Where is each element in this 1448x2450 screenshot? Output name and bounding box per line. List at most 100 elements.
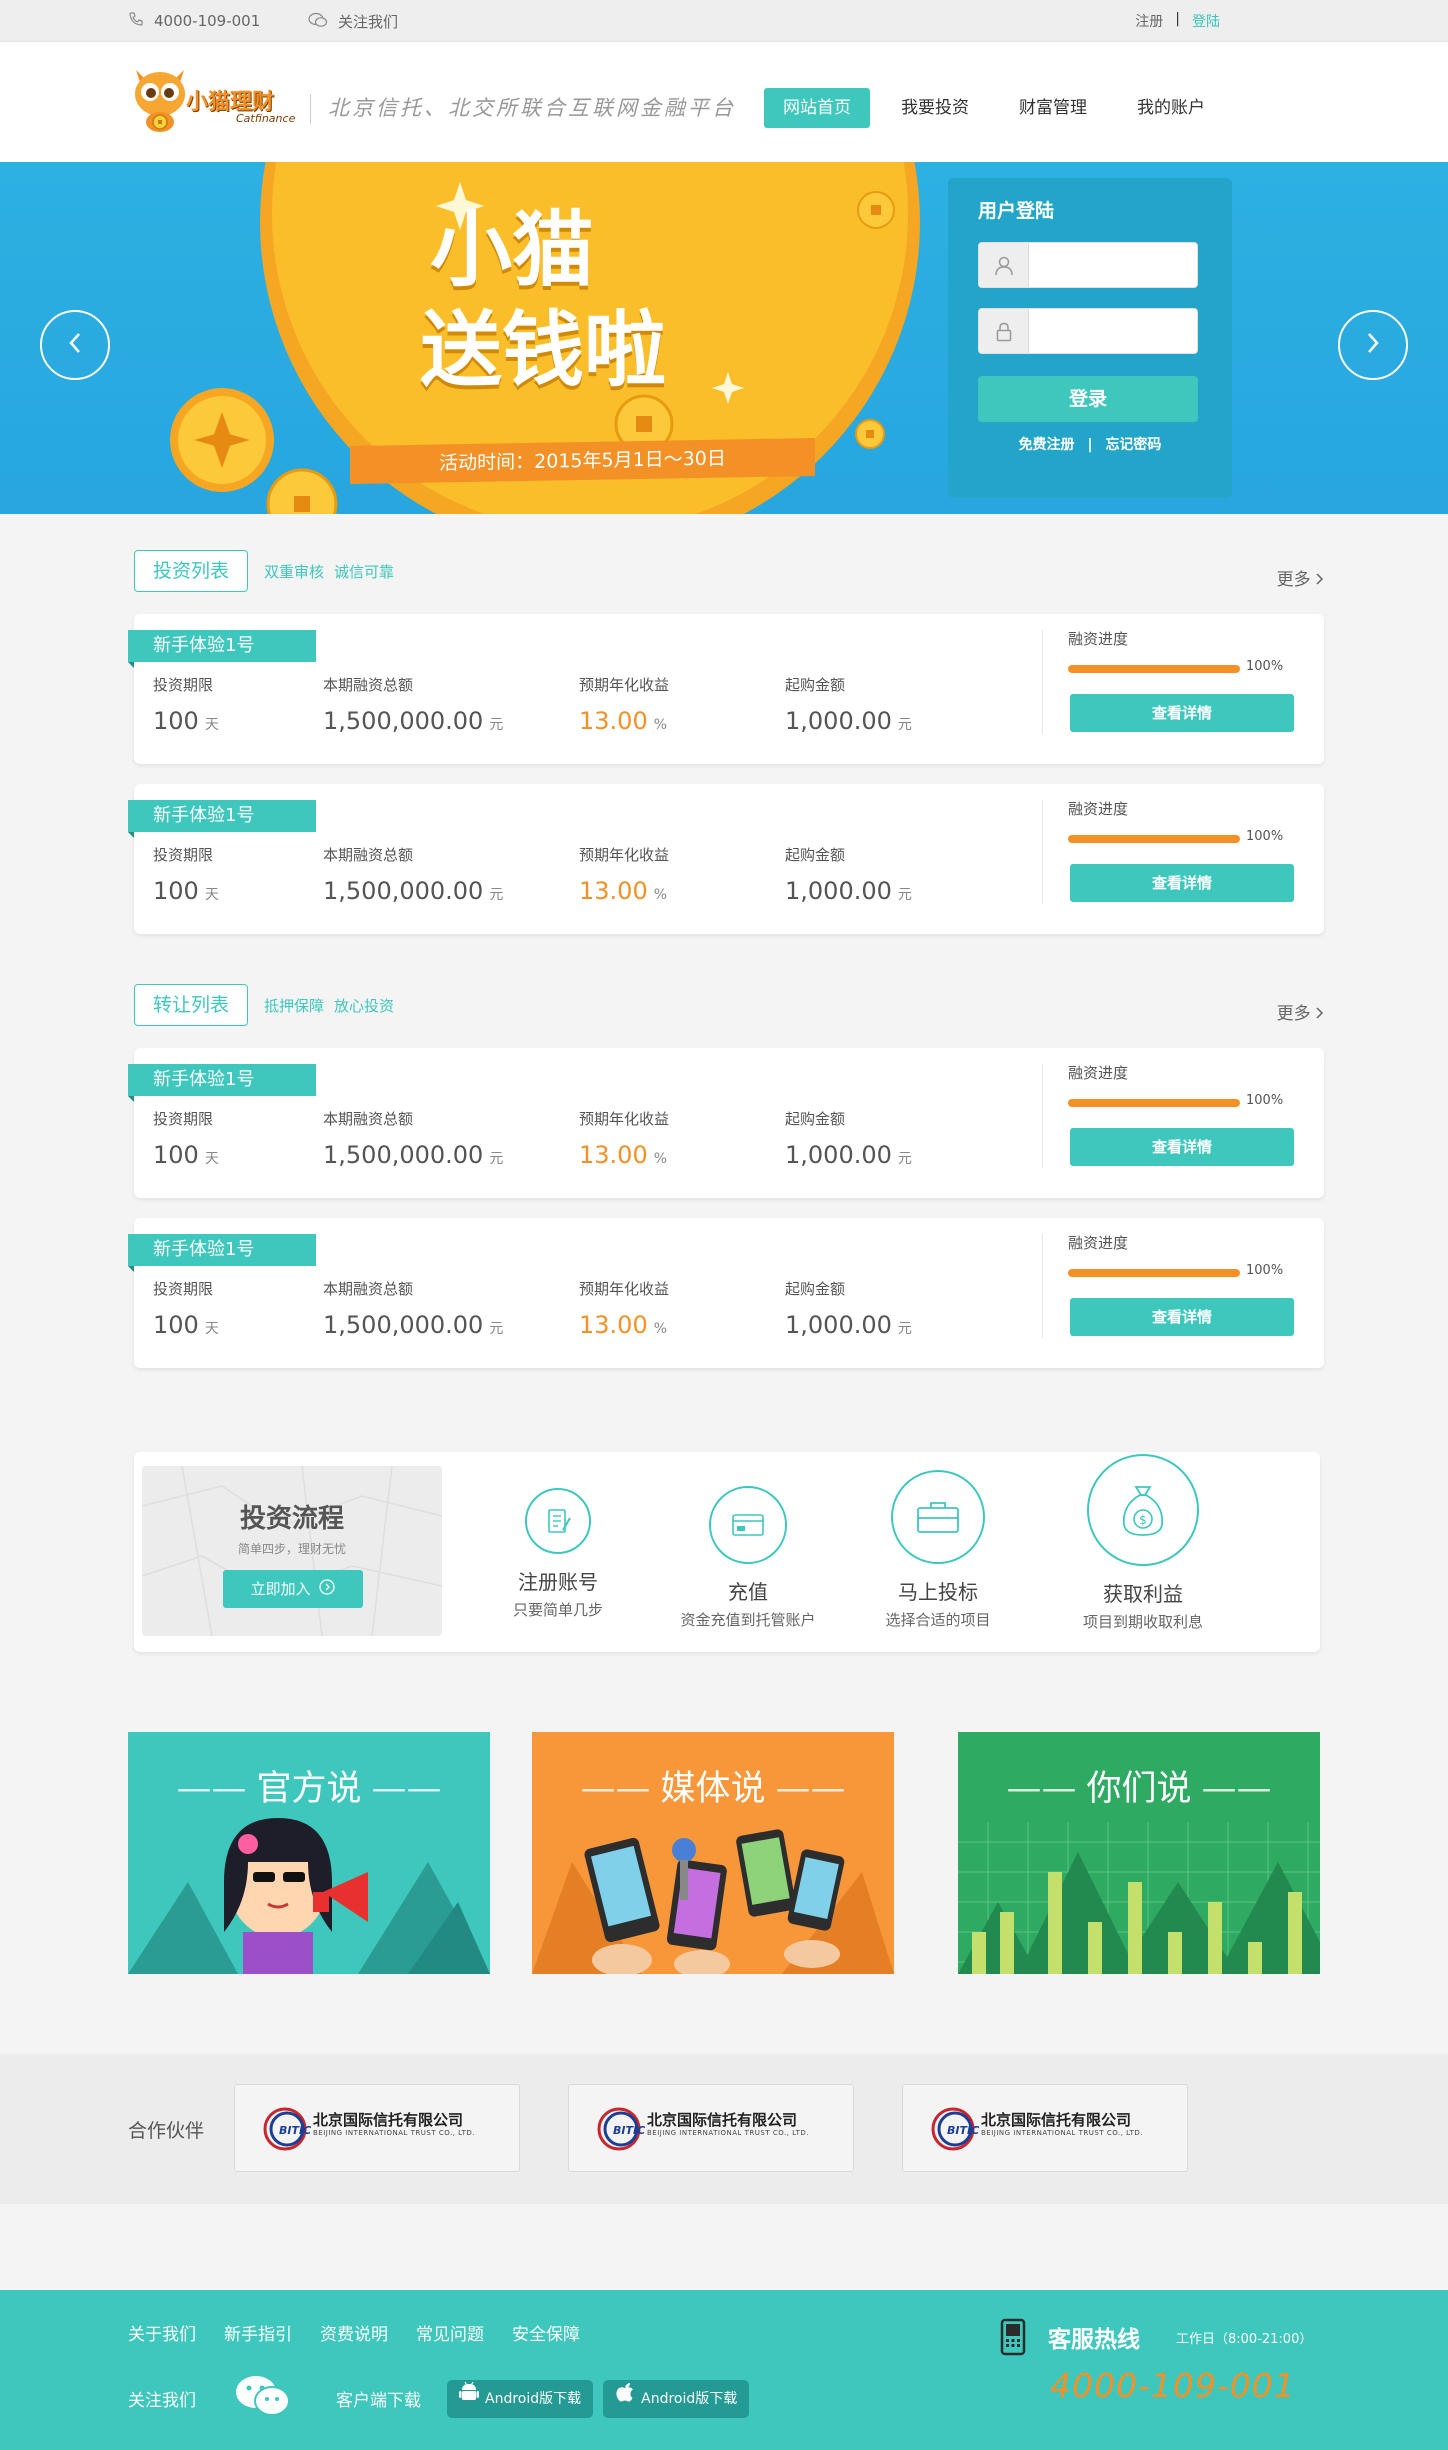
login-links: 免费注册 | 忘记密码: [948, 434, 1232, 454]
transfer-list-tab[interactable]: 转让列表: [134, 984, 249, 1026]
invest-list-tab[interactable]: 投资列表: [134, 550, 249, 592]
banner-prev-button[interactable]: [40, 310, 110, 380]
partner-logo-3[interactable]: BITIC 北京国际信托有限公司 BEIJING INTERNATIONAL T…: [902, 2084, 1188, 2172]
progress-percent: 100%: [1246, 659, 1284, 674]
progress-percent: 100%: [1246, 1263, 1284, 1278]
login-link[interactable]: 登陆: [1192, 11, 1220, 31]
min-unit: 元: [897, 1151, 912, 1167]
process-step-register: 注册账号 只要简单几步: [458, 1488, 658, 1620]
partner-logo-1[interactable]: BITIC 北京国际信托有限公司 BEIJING INTERNATIONAL T…: [234, 2084, 520, 2172]
login-panel: 用户登陆 登录 免费注册 | 忘记密码: [948, 178, 1232, 498]
partner-logo-2[interactable]: BITIC 北京国际信托有限公司 BEIJING INTERNATIONAL T…: [568, 2084, 854, 2172]
free-register-link[interactable]: 免费注册: [1019, 437, 1075, 453]
site-logo[interactable]: 小猫理财 Catfinance: [128, 60, 308, 138]
nav-account[interactable]: 我的账户: [1118, 88, 1224, 128]
android-download-button[interactable]: Android版下载: [447, 2379, 594, 2418]
forgot-password-link[interactable]: 忘记密码: [1105, 437, 1161, 453]
login-button[interactable]: 登录: [978, 376, 1198, 422]
logo-subtext: Catfinance: [236, 112, 296, 125]
join-now-button[interactable]: 立即加入: [223, 1570, 363, 1608]
total-number: 1,500,000.00: [323, 707, 484, 735]
min-value: 1,000.00 元: [785, 877, 912, 905]
panel-media[interactable]: —— 媒体说 ——: [532, 1732, 894, 1974]
rate-label: 预期年化收益: [579, 1280, 670, 1298]
bitic-logo: BITIC: [931, 2107, 979, 2151]
progress-percent: 100%: [1246, 829, 1284, 844]
footer-link-faq[interactable]: 常见问题: [416, 2320, 484, 2345]
term-number: 100: [153, 1311, 199, 1339]
panel-users[interactable]: —— 你们说 ——: [958, 1732, 1320, 1974]
mobile-phone-icon: [1000, 2318, 1026, 2360]
total-number: 1,500,000.00: [323, 1311, 484, 1339]
promo-line-1: 小猫: [430, 202, 595, 298]
partner-name-en: BEIJING INTERNATIONAL TRUST CO., LTD.: [647, 2129, 809, 2137]
password-input[interactable]: [1031, 309, 1197, 353]
hotline-title: 客服热线: [1048, 2327, 1140, 2353]
step-desc: 资金充值到托管账户: [680, 1611, 816, 1629]
nav-wealth[interactable]: 财富管理: [1000, 88, 1106, 128]
register-icon: [525, 1488, 591, 1554]
hotline-number[interactable]: 4000-109-001: [1050, 2366, 1296, 2405]
min-label: 起购金额: [785, 1280, 846, 1298]
site-header: 小猫理财 Catfinance 北京信托、北交所联合互联网金融平台 网站首页 我…: [0, 42, 1448, 162]
min-number: 1,000.00: [785, 707, 892, 735]
rate-column: 预期年化收益 13.00%: [579, 844, 669, 905]
more-label: 更多: [1276, 1004, 1311, 1024]
term-number: 100: [153, 877, 199, 905]
nav-invest[interactable]: 我要投资: [882, 88, 988, 128]
product-card: 新手体验1号 投资期限 100 天 本期融资总额 1,500,000.00 元 预期年化收益 1…: [128, 1048, 1324, 1198]
term-column: 投资期限 100 天: [153, 1108, 219, 1169]
chevron-right-icon: [1316, 570, 1324, 590]
card-divider: [1042, 1064, 1043, 1168]
panel-media-title: —— 媒体说 ——: [580, 1769, 846, 1809]
panel-official[interactable]: —— 官方说 ——: [128, 1732, 490, 1974]
view-detail-button[interactable]: 查看详情: [1070, 694, 1294, 732]
bitic-logo: BITIC: [263, 2107, 311, 2151]
view-detail-button[interactable]: 查看详情: [1070, 1298, 1294, 1336]
min-label: 起购金额: [785, 676, 846, 694]
product-name-tag: 新手体验1号: [128, 630, 316, 668]
password-field: [978, 308, 1198, 354]
term-label: 投资期限: [153, 1110, 214, 1128]
panel-title-text: 你们说: [1086, 1769, 1192, 1809]
phone-icon: [128, 11, 144, 31]
top-auth: 注册 | 登陆: [1135, 11, 1220, 31]
invest-more-link[interactable]: 更多: [1277, 565, 1324, 590]
footer-link-about[interactable]: 关于我们: [128, 2320, 196, 2345]
svg-text:$: $: [1139, 1513, 1147, 1527]
panel-users-title: —— 你们说 ——: [1006, 1769, 1272, 1809]
footer-link-guide[interactable]: 新手指引: [224, 2320, 292, 2345]
process-step-bid: 马上投标 选择合适的项目: [838, 1470, 1038, 1630]
rate-label: 预期年化收益: [579, 846, 670, 864]
username-input[interactable]: [1031, 243, 1197, 287]
term-unit: 天: [204, 1151, 219, 1167]
arrow-circle-icon: [319, 1571, 336, 1609]
nav-home[interactable]: 网站首页: [764, 88, 870, 128]
view-detail-button[interactable]: 查看详情: [1070, 864, 1294, 902]
rate-unit: %: [653, 1151, 668, 1167]
banner-next-button[interactable]: [1338, 310, 1408, 380]
product-name-tag: 新手体验1号: [128, 1064, 316, 1102]
progress-bar: [1068, 665, 1240, 673]
total-column: 本期融资总额 1,500,000.00 元: [323, 1278, 503, 1339]
top-follow[interactable]: 关注我们: [308, 11, 398, 32]
transfer-more-link[interactable]: 更多: [1277, 999, 1324, 1024]
progress-fill: [1068, 1269, 1240, 1277]
site-slogan: 北京信托、北交所联合互联网金融平台: [328, 96, 736, 120]
step-desc: 项目到期收取利息: [1082, 1613, 1203, 1631]
footer-link-fees[interactable]: 资费说明: [320, 2320, 388, 2345]
progress-percent: 100%: [1246, 1093, 1284, 1108]
register-link[interactable]: 注册: [1135, 11, 1163, 31]
footer-link-security[interactable]: 安全保障: [512, 2320, 580, 2345]
progress-fill: [1068, 665, 1240, 673]
panel-title-text: 官方说: [256, 1769, 362, 1809]
min-unit: 元: [897, 717, 912, 733]
ios-download-button[interactable]: Android版下载: [603, 2379, 750, 2418]
partner-name-en: BEIJING INTERNATIONAL TRUST CO., LTD.: [313, 2129, 475, 2137]
min-label: 起购金额: [785, 846, 846, 864]
term-column: 投资期限 100 天: [153, 1278, 219, 1339]
view-detail-button[interactable]: 查看详情: [1070, 1128, 1294, 1166]
wechat-icon[interactable]: [234, 2374, 290, 2423]
briefcase-icon: [891, 1470, 985, 1564]
partners-section: 合作伙伴 BITIC 北京国际信托有限公司 BEIJING INTERNATIO…: [0, 2054, 1448, 2204]
